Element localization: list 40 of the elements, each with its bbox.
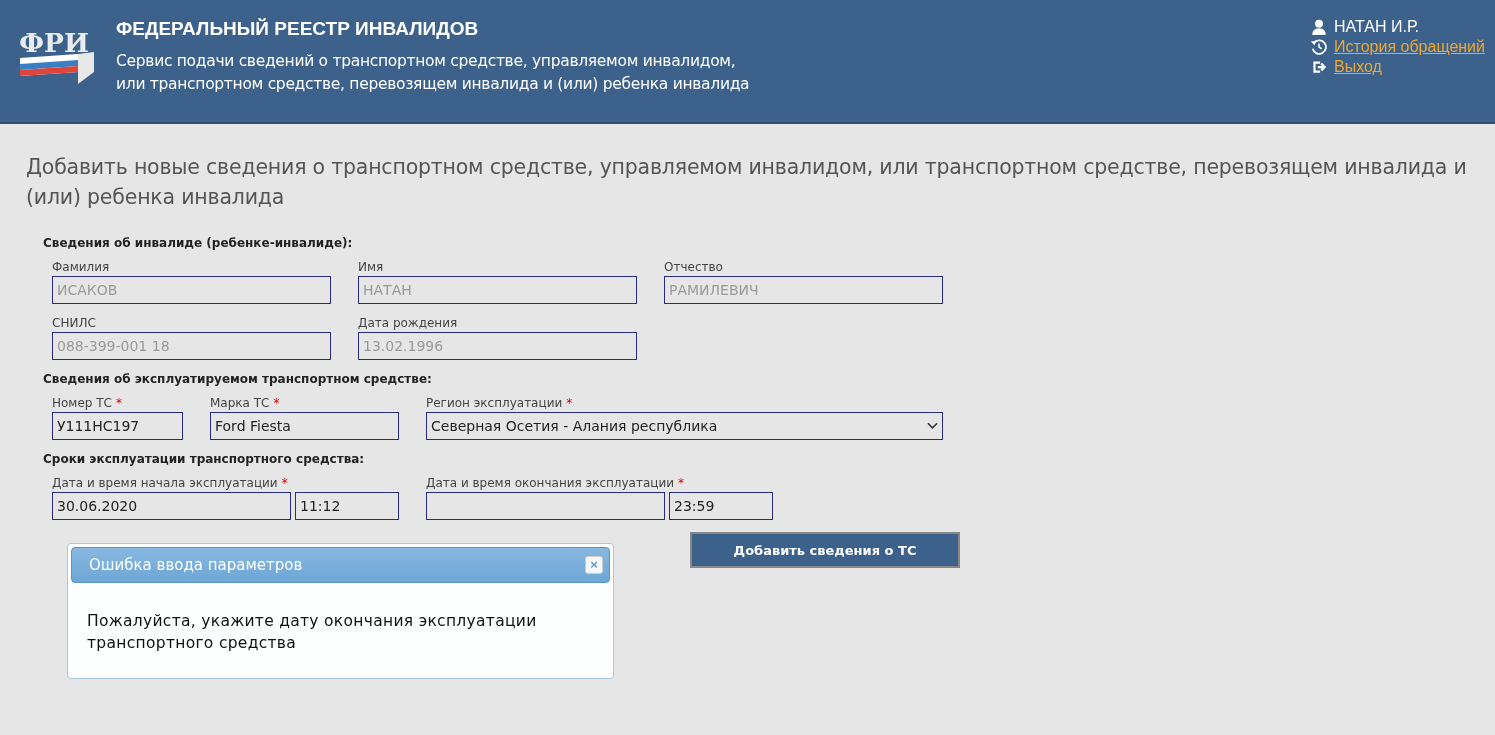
input-field[interactable]: У111НС197 — [52, 412, 183, 440]
user-name: НАТАН И.Р. — [1334, 18, 1419, 36]
field-label: Отчество — [664, 260, 723, 274]
field-label: Дата и время начала эксплуатации — [52, 476, 278, 490]
field-label: Регион эксплуатации — [426, 396, 563, 410]
close-button[interactable]: × — [585, 556, 603, 574]
input-field[interactable] — [426, 492, 665, 520]
site-title: ФЕДЕРАЛЬНЫЙ РЕЕСТР ИНВАЛИДОВ — [116, 18, 480, 40]
history-icon — [1310, 38, 1329, 56]
field-label: Имя — [358, 260, 384, 274]
section-title: Сведения об инвалиде (ребенке-инвалиде): — [43, 236, 354, 250]
dialog-title: Ошибка ввода параметров — [89, 556, 303, 574]
site-subtitle: Сервис подачи сведений о транспортном средстве, управляемом инвалидом, — [116, 51, 737, 72]
input-field[interactable]: 11:12 — [295, 492, 399, 520]
field-label: Марка ТС — [210, 396, 270, 410]
field-label: Дата и время окончания эксплуатации — [426, 476, 675, 490]
region-select[interactable]: Северная Осетия - Алания республика — [426, 412, 943, 440]
add-vehicle-button[interactable]: Добавить сведения о ТС — [690, 532, 960, 568]
field-label: СНИЛС — [52, 316, 96, 330]
field-label: Номер ТС — [52, 396, 112, 410]
input-field[interactable]: 30.06.2020 — [52, 492, 291, 520]
required-mark: * — [273, 396, 280, 410]
user-icon — [1310, 18, 1329, 36]
section-title: Сроки эксплуатации транспортного средства: — [43, 452, 366, 466]
required-mark: * — [115, 396, 122, 410]
required-mark: * — [281, 476, 288, 490]
site-subtitle: или транспортном средстве, перевозящем инвалида и (или) ребенка инвалида — [116, 74, 751, 95]
input-field[interactable]: Ford Fiesta — [210, 412, 399, 440]
header-link[interactable]: История обращений — [1334, 38, 1485, 56]
header-link[interactable]: Выход — [1334, 58, 1382, 76]
field-label: Дата рождения — [358, 316, 458, 330]
required-mark: * — [566, 396, 573, 410]
input-field[interactable]: 23:59 — [669, 492, 773, 520]
logout-icon — [1310, 58, 1329, 76]
page-title: Добавить новые сведения о транспортном средстве, управляемом инвалидом, или транспортном средстве, перевозящем инвалида и (или) ребенка инвалида — [26, 154, 1468, 211]
section-title: Сведения об эксплуатируемом транспортном средстве: — [43, 372, 433, 386]
required-mark: * — [678, 476, 685, 490]
field-label: Фамилия — [52, 260, 110, 274]
chevron-down-icon — [927, 422, 938, 430]
error-message: Пожалуйста, укажите дату окончания эксплуатации транспортного средства — [87, 611, 538, 654]
